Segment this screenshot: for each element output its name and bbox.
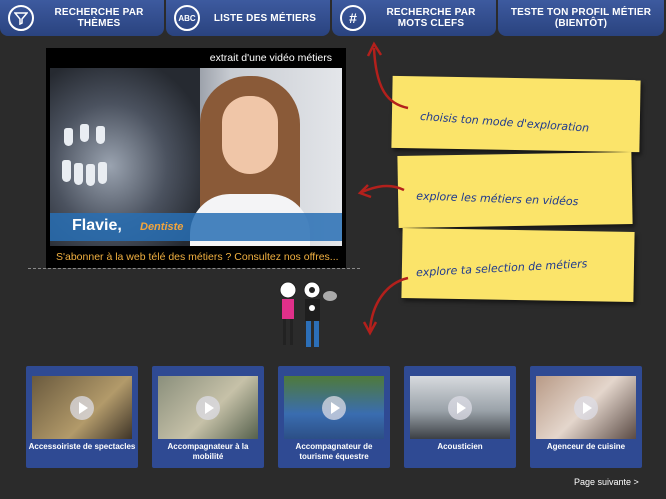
job-card[interactable]: Acousticien [404,366,516,468]
play-icon [574,396,598,420]
job-thumbnail [32,376,132,439]
job-card-label: Agenceur de cuisine [546,442,626,451]
job-thumbnail [536,376,636,439]
job-card-label: Acousticien [437,442,483,451]
arrow-to-video [361,184,405,194]
mascot-characters [279,281,337,347]
job-thumbnail [284,376,384,439]
job-card[interactable]: Agenceur de cuisine [530,366,642,468]
job-card-label: Accompagnateur de tourisme équestre [295,442,373,461]
job-card[interactable]: Accompagnateur à la mobilité [152,366,264,468]
job-cards: Accessoiriste de spectacles Accompagnate… [26,366,646,468]
next-page-link[interactable]: Page suivante > [574,477,639,487]
job-card-label: Accessoiriste de spectacles [28,442,136,451]
play-icon [70,396,94,420]
play-icon [448,396,472,420]
job-card[interactable]: Accessoiriste de spectacles [26,366,138,468]
play-icon [322,396,346,420]
arrow-to-nav [372,47,409,110]
job-thumbnail [410,376,510,439]
job-card[interactable]: Accompagnateur de tourisme équestre [278,366,390,468]
job-thumbnail [158,376,258,439]
job-card-label: Accompagnateur à la mobilité [167,442,249,461]
play-icon [196,396,220,420]
